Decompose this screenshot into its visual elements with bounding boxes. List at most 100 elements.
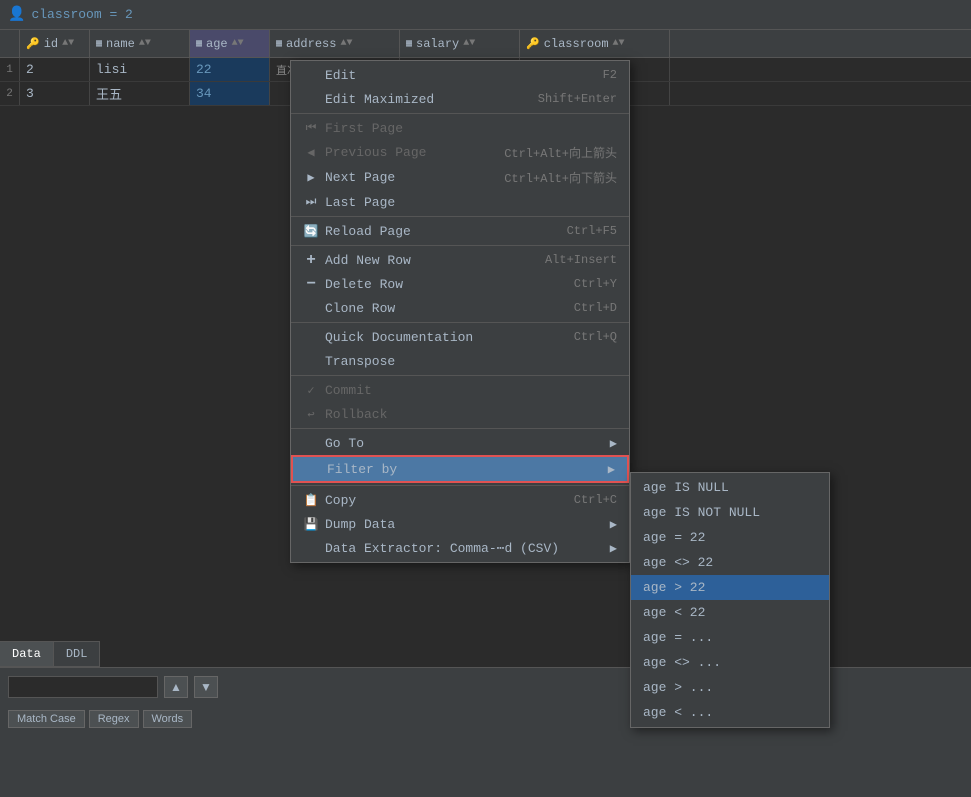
menu-clone-row[interactable]: Clone Row Ctrl+D [291, 296, 629, 320]
menu-rollback[interactable]: ↩ Rollback [291, 402, 629, 426]
submenu-age-neq-dots[interactable]: age <> ... [631, 650, 829, 675]
col-label-name: name [106, 37, 135, 51]
nav-down-button[interactable]: ▼ [194, 676, 218, 698]
menu-filter-by[interactable]: Filter by ▶ [291, 455, 629, 483]
col-label-age: age [206, 37, 228, 51]
submenu-age-lt-dots[interactable]: age < ... [631, 700, 829, 725]
menu-go-to[interactable]: Go To ▶ [291, 431, 629, 455]
menu-commit[interactable]: ✓ Commit [291, 378, 629, 402]
col-header-age[interactable]: ▦ age ▲▼ [190, 30, 270, 57]
menu-prev-page[interactable]: ◀ Previous Page Ctrl+Alt+向上箭头 [291, 140, 629, 165]
submenu-age-gt-dots[interactable]: age > ... [631, 675, 829, 700]
table-icon-address: ▦ [276, 38, 282, 50]
menu-delete-row[interactable]: − Delete Row Ctrl+Y [291, 272, 629, 296]
sep6 [291, 428, 629, 429]
clone-row-icon [303, 300, 319, 316]
submenu-age-is-null-label: age IS NULL [643, 480, 729, 495]
menu-first-page-label: First Page [325, 121, 403, 136]
menu-transpose[interactable]: Transpose [291, 349, 629, 373]
table-icon-age: ▦ [196, 38, 202, 50]
col-header-id[interactable]: 🔑 id ▲▼ [20, 30, 90, 57]
menu-add-row[interactable]: + Add New Row Alt+Insert [291, 248, 629, 272]
submenu-age-is-not-null-label: age IS NOT NULL [643, 505, 760, 520]
sep5 [291, 375, 629, 376]
menu-delete-row-label: Delete Row [325, 277, 403, 292]
submenu-age-gt-dots-label: age > ... [643, 680, 713, 695]
data-extractor-arrow: ▶ [610, 541, 617, 556]
menu-quick-doc[interactable]: Quick Documentation Ctrl+Q [291, 325, 629, 349]
sep2 [291, 216, 629, 217]
menu-next-page-shortcut: Ctrl+Alt+向下箭头 [504, 169, 617, 186]
next-page-icon: ▶ [303, 170, 319, 186]
menu-reload[interactable]: 🔄 Reload Page Ctrl+F5 [291, 219, 629, 243]
menu-clone-row-shortcut: Ctrl+D [574, 301, 617, 315]
col-header-salary[interactable]: ▦ salary ▲▼ [400, 30, 520, 57]
menu-edit-shortcut: F2 [603, 68, 617, 82]
menu-filter-by-label: Filter by [327, 462, 397, 477]
submenu-age-is-not-null[interactable]: age IS NOT NULL [631, 500, 829, 525]
submenu-age-lt-22[interactable]: age < 22 [631, 600, 829, 625]
dump-data-arrow: ▶ [610, 517, 617, 532]
tab-ddl[interactable]: DDL [54, 642, 101, 666]
table-icon-name: ▦ [96, 38, 102, 50]
menu-add-row-label: Add New Row [325, 253, 411, 268]
regex-pill[interactable]: Regex [89, 710, 139, 728]
menu-reload-shortcut: Ctrl+F5 [567, 224, 617, 238]
edit-icon [303, 67, 319, 83]
menu-dump-data[interactable]: 💾 Dump Data ▶ [291, 512, 629, 536]
submenu-age-neq-22[interactable]: age <> 22 [631, 550, 829, 575]
menu-quick-doc-shortcut: Ctrl+Q [574, 330, 617, 344]
submenu-age-lt-22-label: age < 22 [643, 605, 705, 620]
submenu-age-eq-22[interactable]: age = 22 [631, 525, 829, 550]
col-label-salary: salary [416, 37, 459, 51]
context-menu: Edit F2 Edit Maximized Shift+Enter ⏮ Fir… [290, 60, 630, 563]
col-label-classroom: classroom [544, 37, 609, 51]
submenu-age-eq-dots-label: age = ... [643, 630, 713, 645]
sort-arrow-address: ▲▼ [340, 38, 352, 49]
copy-icon: 📋 [303, 492, 319, 508]
menu-next-page-label: Next Page [325, 170, 395, 185]
sep3 [291, 245, 629, 246]
menu-last-page[interactable]: ⏭ Last Page [291, 190, 629, 214]
top-bar-title: classroom = 2 [31, 7, 132, 22]
commit-icon: ✓ [303, 382, 319, 398]
submenu-age-is-null[interactable]: age IS NULL [631, 475, 829, 500]
submenu-age-gt-22[interactable]: age > 22 [631, 575, 829, 600]
bottom-tabs: Data DDL [0, 641, 100, 667]
menu-dump-data-label: Dump Data [325, 517, 395, 532]
sep1 [291, 113, 629, 114]
cell-id-2: 3 [20, 82, 90, 105]
filter-by-icon [305, 461, 321, 477]
user-icon: 👤 [8, 6, 25, 23]
menu-edit[interactable]: Edit F2 [291, 63, 629, 87]
cell-rownum-2: 2 [0, 82, 20, 105]
submenu-age-neq-22-label: age <> 22 [643, 555, 713, 570]
menu-first-page[interactable]: ⏮ First Page [291, 116, 629, 140]
menu-edit-maximized[interactable]: Edit Maximized Shift+Enter [291, 87, 629, 111]
menu-next-page[interactable]: ▶ Next Page Ctrl+Alt+向下箭头 [291, 165, 629, 190]
menu-rollback-label: Rollback [325, 407, 387, 422]
col-header-address[interactable]: ▦ address ▲▼ [270, 30, 400, 57]
menu-go-to-label: Go To [325, 436, 364, 451]
data-extractor-icon [303, 540, 319, 556]
nav-up-button[interactable]: ▲ [164, 676, 188, 698]
submenu-age-gt-22-label: age > 22 [643, 580, 705, 595]
match-case-pill[interactable]: Match Case [8, 710, 85, 728]
submenu-age-eq-22-label: age = 22 [643, 530, 705, 545]
cell-age-1: 22 [190, 58, 270, 81]
submenu-age-eq-dots[interactable]: age = ... [631, 625, 829, 650]
menu-edit-label: Edit [325, 68, 356, 83]
menu-quick-doc-label: Quick Documentation [325, 330, 473, 345]
words-pill[interactable]: Words [143, 710, 193, 728]
menu-prev-page-shortcut: Ctrl+Alt+向上箭头 [504, 144, 617, 161]
col-header-classroom[interactable]: 🔑 classroom ▲▼ [520, 30, 670, 57]
menu-data-extractor[interactable]: Data Extractor: Comma-⋯d (CSV) ▶ [291, 536, 629, 560]
quick-doc-icon [303, 329, 319, 345]
col-header-name[interactable]: ▦ name ▲▼ [90, 30, 190, 57]
submenu-age-neq-dots-label: age <> ... [643, 655, 721, 670]
menu-copy[interactable]: 📋 Copy Ctrl+C [291, 488, 629, 512]
tab-data[interactable]: Data [0, 642, 54, 666]
tab-ddl-label: DDL [66, 647, 88, 661]
sep4 [291, 322, 629, 323]
search-input[interactable] [8, 676, 158, 698]
